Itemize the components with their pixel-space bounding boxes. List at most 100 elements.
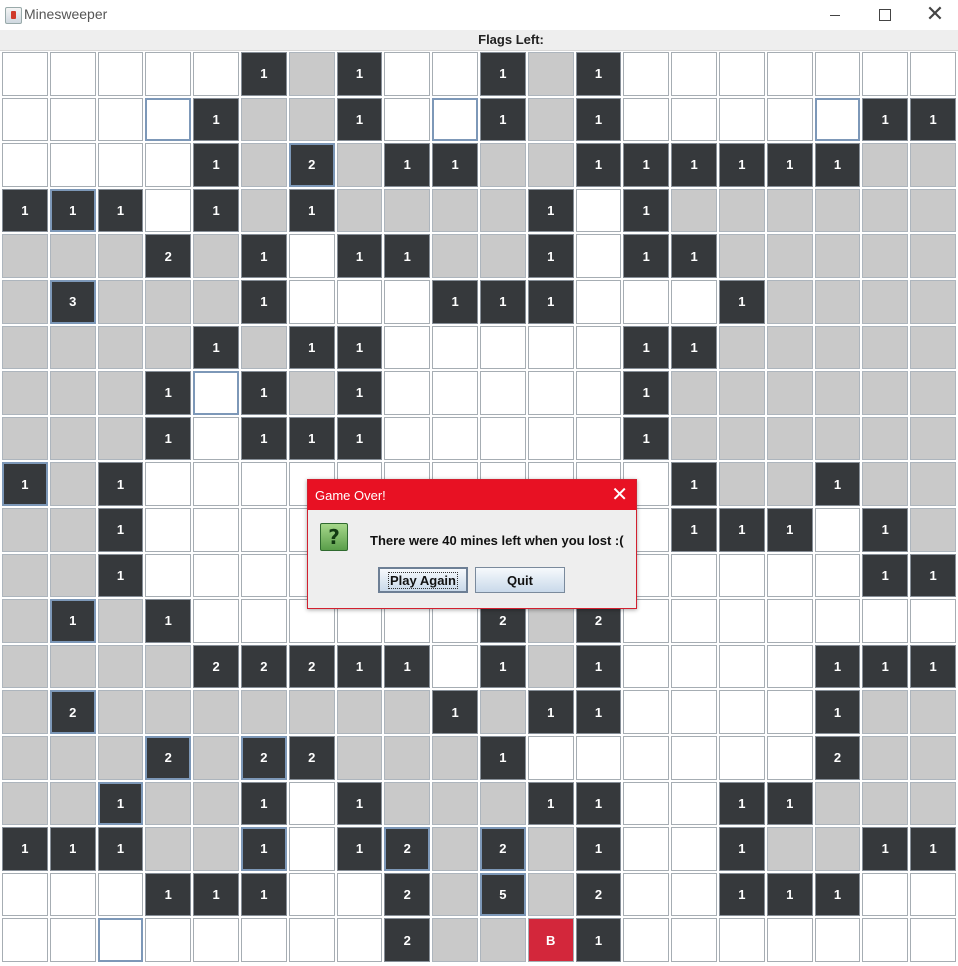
cell-unrevealed[interactable] (671, 553, 717, 598)
cell-empty[interactable] (527, 644, 574, 689)
cell-unrevealed[interactable] (193, 553, 239, 598)
cell-number[interactable]: 2 (241, 644, 287, 689)
cell-number[interactable]: 1 (193, 97, 239, 142)
cell-empty[interactable] (480, 234, 526, 278)
cell-unrevealed[interactable] (480, 371, 526, 415)
cell-unrevealed[interactable] (2, 918, 48, 962)
cell-empty[interactable] (432, 781, 478, 826)
cell-unrevealed[interactable] (719, 599, 765, 643)
cell-unrevealed[interactable] (671, 644, 717, 689)
cell-number[interactable]: 1 (671, 234, 717, 278)
cell-unrevealed[interactable] (145, 52, 192, 96)
cell-empty[interactable] (2, 508, 48, 552)
cell-unrevealed[interactable] (241, 462, 287, 506)
cell-unrevealed[interactable] (145, 462, 192, 506)
cell-number[interactable]: 1 (527, 280, 574, 324)
cell-empty[interactable] (384, 781, 431, 826)
cell-unrevealed[interactable] (766, 553, 813, 598)
cell-empty[interactable] (814, 416, 861, 461)
cell-unrevealed[interactable] (719, 918, 765, 962)
cell-empty[interactable] (766, 416, 813, 461)
cell-empty[interactable] (671, 416, 717, 461)
cell-number[interactable]: 1 (623, 188, 670, 233)
cell-empty[interactable] (766, 325, 813, 370)
cell-empty[interactable] (480, 188, 526, 233)
cell-empty[interactable] (432, 872, 478, 917)
cell-number[interactable]: 1 (193, 872, 239, 917)
cell-number[interactable]: 3 (49, 280, 96, 324)
cell-empty[interactable] (97, 234, 144, 278)
cell-number[interactable]: 2 (575, 872, 622, 917)
cell-number[interactable]: 1 (671, 143, 717, 187)
maximize-button[interactable] (860, 0, 910, 30)
cell-empty[interactable] (862, 280, 909, 324)
cell-number[interactable]: 2 (288, 143, 335, 187)
cell-empty[interactable] (193, 690, 239, 734)
cell-empty[interactable] (910, 781, 956, 826)
cell-number[interactable]: 1 (623, 234, 670, 278)
cell-number[interactable]: 1 (384, 143, 431, 187)
cell-number[interactable]: 2 (480, 827, 526, 871)
cell-number[interactable]: 1 (480, 52, 526, 96)
cell-unrevealed[interactable] (766, 52, 813, 96)
cell-empty[interactable] (480, 781, 526, 826)
cell-number[interactable]: 1 (2, 188, 48, 233)
cell-unrevealed[interactable] (288, 872, 335, 917)
cell-empty[interactable] (671, 188, 717, 233)
cell-empty[interactable] (862, 462, 909, 506)
cell-empty[interactable] (910, 690, 956, 734)
cell-number[interactable]: 1 (193, 325, 239, 370)
cell-number[interactable]: 1 (336, 827, 383, 871)
cell-empty[interactable] (814, 188, 861, 233)
cell-unrevealed[interactable] (527, 371, 574, 415)
cell-unrevealed[interactable] (336, 872, 383, 917)
cell-unrevealed[interactable] (432, 416, 478, 461)
cell-empty[interactable] (288, 97, 335, 142)
cell-unrevealed[interactable] (671, 781, 717, 826)
cell-number[interactable]: 1 (432, 280, 478, 324)
cell-unrevealed[interactable] (814, 508, 861, 552)
cell-number[interactable]: 1 (2, 462, 48, 506)
cell-unrevealed[interactable] (241, 599, 287, 643)
cell-number[interactable]: 1 (862, 97, 909, 142)
cell-empty[interactable] (2, 690, 48, 734)
cell-empty[interactable] (2, 371, 48, 415)
cell-number[interactable]: 1 (910, 97, 956, 142)
cell-unrevealed[interactable] (384, 97, 431, 142)
cell-empty[interactable] (241, 188, 287, 233)
cell-number[interactable]: 1 (241, 781, 287, 826)
cell-number[interactable]: 1 (766, 143, 813, 187)
cell-unrevealed[interactable] (432, 644, 478, 689)
cell-empty[interactable] (2, 599, 48, 643)
cell-number[interactable]: 2 (288, 736, 335, 780)
cell-empty[interactable] (862, 781, 909, 826)
cell-number[interactable]: 5 (480, 872, 526, 917)
cell-number[interactable]: 1 (432, 690, 478, 734)
cell-unrevealed[interactable] (766, 599, 813, 643)
cell-unrevealed[interactable] (719, 736, 765, 780)
cell-unrevealed[interactable] (766, 644, 813, 689)
cell-unrevealed[interactable] (575, 416, 622, 461)
cell-number[interactable]: 1 (241, 371, 287, 415)
cell-number[interactable]: 1 (671, 508, 717, 552)
cell-number[interactable]: 1 (432, 143, 478, 187)
cell-empty[interactable] (480, 918, 526, 962)
cell-number[interactable]: 1 (2, 827, 48, 871)
cell-empty[interactable] (862, 371, 909, 415)
cell-unrevealed[interactable] (432, 325, 478, 370)
cell-number[interactable]: 1 (97, 781, 144, 826)
cell-unrevealed[interactable] (814, 52, 861, 96)
cell-empty[interactable] (145, 827, 192, 871)
close-icon[interactable]: ✕ (611, 482, 628, 506)
cell-number[interactable]: 1 (241, 280, 287, 324)
cell-number[interactable]: 1 (719, 143, 765, 187)
cell-empty[interactable] (719, 188, 765, 233)
cell-unrevealed[interactable] (910, 918, 956, 962)
cell-unrevealed[interactable] (671, 736, 717, 780)
cell-empty[interactable] (719, 325, 765, 370)
cell-unrevealed[interactable] (719, 52, 765, 96)
cell-empty[interactable] (288, 371, 335, 415)
cell-unrevealed[interactable] (671, 280, 717, 324)
cell-empty[interactable] (432, 918, 478, 962)
cell-empty[interactable] (910, 508, 956, 552)
